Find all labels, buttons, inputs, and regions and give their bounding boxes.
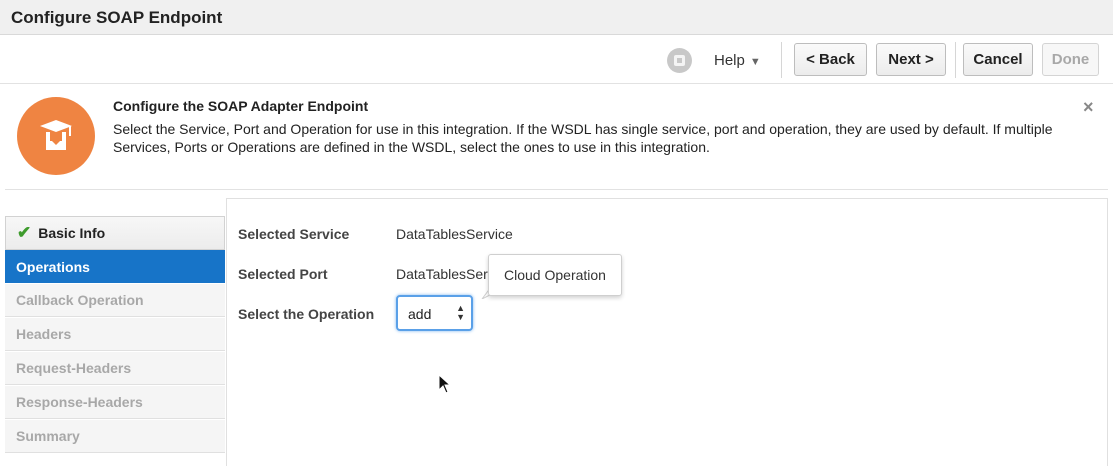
service-value: DataTablesService <box>396 226 513 242</box>
done-button[interactable]: Done <box>1042 43 1099 76</box>
help-menu[interactable]: Help ▼ <box>714 52 761 69</box>
user-avatar-icon[interactable] <box>667 48 692 73</box>
banner-title: Configure the SOAP Adapter Endpoint <box>113 98 369 114</box>
nav-item-response-headers[interactable]: Response-Headers <box>5 386 225 419</box>
nav-item-callback-operation[interactable]: Callback Operation <box>5 284 225 317</box>
operations-panel <box>226 198 1108 466</box>
tooltip-text: Cloud Operation <box>504 267 606 283</box>
nav-item-operations[interactable]: Operations <box>5 250 225 283</box>
nav-item-label: Summary <box>16 428 80 444</box>
tooltip: Cloud Operation <box>488 254 622 296</box>
select-arrows-icon: ▲ ▼ <box>456 303 465 322</box>
toolbar-divider <box>955 42 956 78</box>
nav-item-summary[interactable]: Summary <box>5 420 225 453</box>
operation-label: Select the Operation <box>238 306 375 322</box>
title-bar: Configure SOAP Endpoint <box>0 0 1113 35</box>
chevron-down-icon: ▼ <box>749 56 761 68</box>
next-button[interactable]: Next > <box>876 43 946 76</box>
toolbar: Help ▼ < Back Next > Cancel Done <box>0 36 1113 84</box>
nav-item-label: Operations <box>16 258 90 275</box>
toolbar-divider <box>781 42 782 78</box>
nav-item-label: Request-Headers <box>16 360 132 376</box>
close-icon[interactable]: × <box>1083 97 1094 118</box>
nav-item-label: Basic Info <box>38 225 106 241</box>
nav-item-label: Headers <box>16 326 72 342</box>
help-label: Help <box>714 52 745 69</box>
cancel-button[interactable]: Cancel <box>963 43 1033 76</box>
back-button[interactable]: < Back <box>794 43 867 76</box>
port-value: DataTablesSer <box>396 266 488 282</box>
mouse-cursor-icon <box>438 374 452 394</box>
banner-description: Select the Service, Port and Operation f… <box>113 121 1053 155</box>
window-title: Configure SOAP Endpoint <box>11 8 223 27</box>
operation-select-value: add <box>408 306 432 322</box>
nav-item-label: Response-Headers <box>16 394 143 410</box>
service-label: Selected Service <box>238 226 350 242</box>
operation-select[interactable]: add ▲ ▼ <box>396 295 473 331</box>
port-label: Selected Port <box>238 266 328 282</box>
nav-item-request-headers[interactable]: Request-Headers <box>5 352 225 385</box>
checkmark-icon: ✔ <box>17 223 32 242</box>
nav-item-basic-info[interactable]: ✔ Basic Info <box>5 216 225 250</box>
graduation-cap-icon <box>17 97 95 175</box>
nav-item-label: Callback Operation <box>16 292 144 308</box>
nav-item-headers[interactable]: Headers <box>5 318 225 351</box>
info-banner: Configure the SOAP Adapter Endpoint Sele… <box>5 86 1108 190</box>
